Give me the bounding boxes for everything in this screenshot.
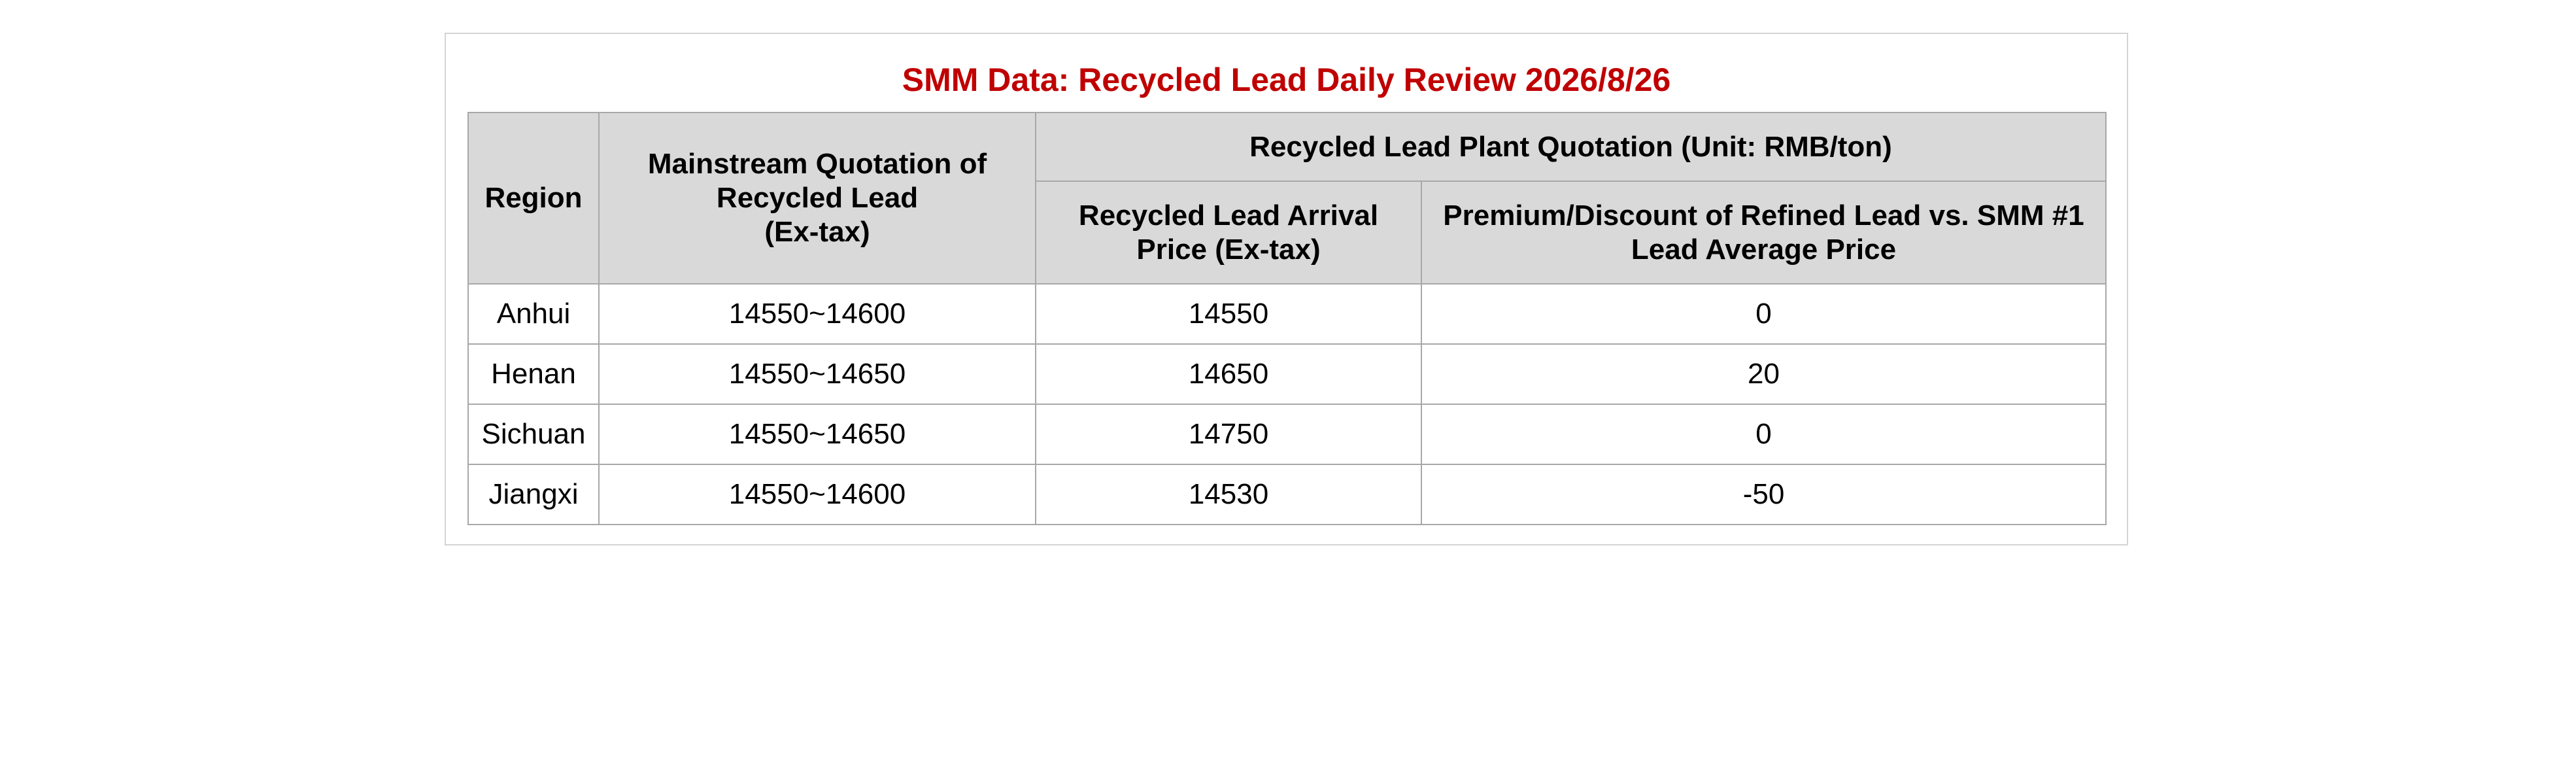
table-row: Henan 14550~14650 14650 20 bbox=[467, 343, 2107, 405]
table-row: Sichuan 14550~14650 14750 0 bbox=[467, 404, 2107, 465]
cell-arrival: 14750 bbox=[1035, 404, 1422, 465]
header-mainstream-line3: (Ex-tax) bbox=[764, 216, 870, 248]
table-row: Anhui 14550~14600 14550 0 bbox=[467, 283, 2107, 345]
cell-premium: 0 bbox=[1421, 404, 2107, 465]
header-mainstream-line2: Recycled Lead bbox=[716, 182, 919, 214]
header-mainstream-line1: Mainstream Quotation of bbox=[647, 148, 987, 180]
table-header-row: Region Mainstream Quotation of Recycled … bbox=[467, 112, 2107, 285]
cell-mainstream: 14550~14600 bbox=[598, 283, 1036, 345]
cell-arrival: 14530 bbox=[1035, 464, 1422, 525]
cell-mainstream: 14550~14600 bbox=[598, 464, 1036, 525]
header-region: Region bbox=[467, 112, 600, 285]
cell-arrival: 14550 bbox=[1035, 283, 1422, 345]
header-arrival-price: Recycled Lead Arrival Price (Ex-tax) bbox=[1035, 181, 1422, 285]
cell-mainstream: 14550~14650 bbox=[598, 404, 1036, 465]
review-card: SMM Data: Recycled Lead Daily Review 202… bbox=[445, 33, 2128, 545]
header-mainstream-quotation: Mainstream Quotation of Recycled Lead (E… bbox=[598, 112, 1036, 285]
quotation-table: Region Mainstream Quotation of Recycled … bbox=[467, 112, 2107, 525]
header-premium-discount: Premium/Discount of Refined Lead vs. SMM… bbox=[1421, 181, 2107, 285]
cell-premium: 0 bbox=[1421, 283, 2107, 345]
header-arrival-line2: Price (Ex-tax) bbox=[1136, 233, 1321, 266]
cell-region: Anhui bbox=[467, 283, 600, 345]
page-title: SMM Data: Recycled Lead Daily Review 202… bbox=[902, 61, 1671, 98]
cell-mainstream: 14550~14650 bbox=[598, 343, 1036, 405]
header-arrival-line1: Recycled Lead Arrival bbox=[1078, 199, 1379, 232]
cell-region: Jiangxi bbox=[467, 464, 600, 525]
cell-arrival: 14650 bbox=[1035, 343, 1422, 405]
header-premium-line1: Premium/Discount of Refined Lead vs. SMM… bbox=[1443, 199, 2084, 232]
header-premium-line2: Lead Average Price bbox=[1631, 233, 1897, 266]
header-plant-quotation: Recycled Lead Plant Quotation (Unit: RMB… bbox=[1035, 112, 2107, 182]
cell-region: Henan bbox=[467, 343, 600, 405]
cell-premium: 20 bbox=[1421, 343, 2107, 405]
cell-region: Sichuan bbox=[467, 404, 600, 465]
cell-premium: -50 bbox=[1421, 464, 2107, 525]
table-row: Jiangxi 14550~14600 14530 -50 bbox=[467, 464, 2107, 525]
